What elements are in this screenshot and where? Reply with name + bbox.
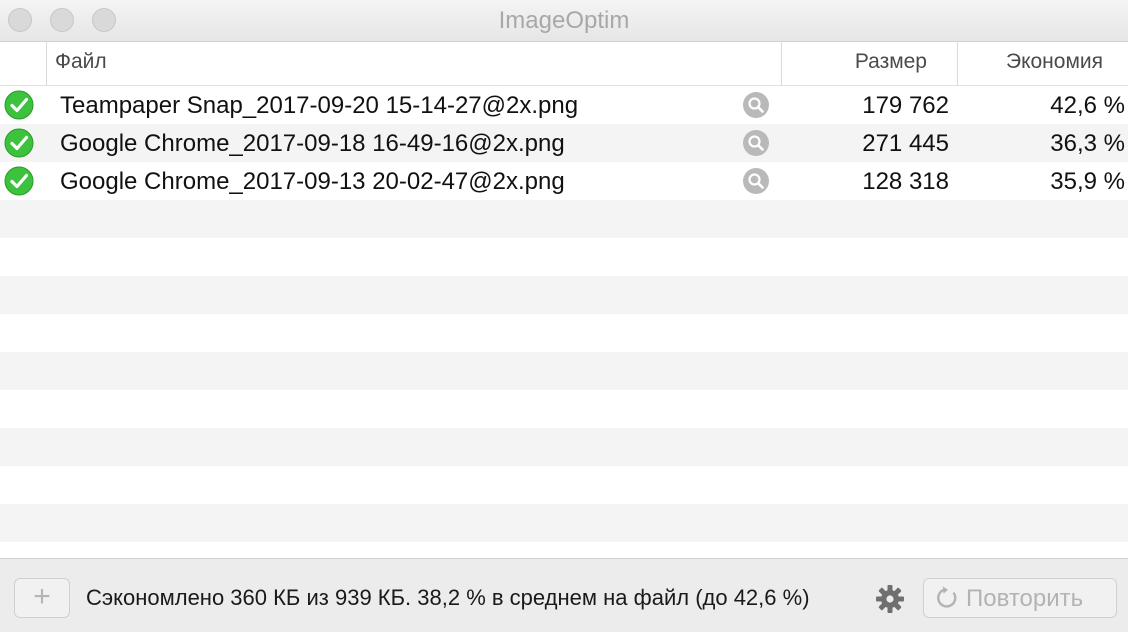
magnifier-icon[interactable] <box>742 129 770 157</box>
retry-label: Повторить <box>966 585 1084 612</box>
file-savings: 35,9 % <box>1050 168 1125 195</box>
magnifier-icon[interactable] <box>742 167 770 195</box>
empty-row <box>0 276 1128 314</box>
empty-row <box>0 200 1128 238</box>
table-row[interactable]: Google Chrome_2017-09-18 16-49-16@2x.png… <box>0 124 1128 162</box>
empty-row <box>0 428 1128 466</box>
file-name: Teampaper Snap_2017-09-20 15-14-27@2x.pn… <box>60 92 579 119</box>
check-icon <box>4 90 34 120</box>
column-header: Файл Размер Экономия <box>0 42 1128 86</box>
check-icon <box>4 166 34 196</box>
file-size: 179 762 <box>862 92 949 119</box>
footer-bar: + Сэкономлено 360 КБ из 939 КБ. 38,2 % в… <box>0 558 1128 632</box>
title-bar: ImageOptim <box>0 0 1128 42</box>
empty-row <box>0 238 1128 276</box>
file-savings: 42,6 % <box>1050 92 1125 119</box>
empty-row <box>0 352 1128 390</box>
column-header-file[interactable]: Файл <box>46 42 780 85</box>
file-name: Google Chrome_2017-09-18 16-49-16@2x.png <box>60 130 565 157</box>
empty-row <box>0 542 1128 558</box>
check-icon <box>4 128 34 158</box>
file-name: Google Chrome_2017-09-13 20-02-47@2x.png <box>60 168 565 195</box>
empty-row <box>0 466 1128 504</box>
window-title: ImageOptim <box>498 7 630 34</box>
empty-row <box>0 390 1128 428</box>
imageoptim-window: ImageOptim Файл Размер Экономия Teampape… <box>0 0 1128 632</box>
empty-row <box>0 504 1128 542</box>
file-list: Teampaper Snap_2017-09-20 15-14-27@2x.pn… <box>0 86 1128 558</box>
magnifier-icon[interactable] <box>742 91 770 119</box>
savings-summary: Сэкономлено 360 КБ из 939 КБ. 38,2 % в с… <box>86 585 810 610</box>
gear-icon[interactable] <box>874 583 906 615</box>
file-size: 271 445 <box>862 130 949 157</box>
file-savings: 36,3 % <box>1050 130 1125 157</box>
column-header-savings[interactable]: Экономия <box>957 42 1128 85</box>
empty-row <box>0 314 1128 352</box>
table-row[interactable]: Teampaper Snap_2017-09-20 15-14-27@2x.pn… <box>0 86 1128 124</box>
retry-button[interactable]: Повторить <box>923 578 1117 618</box>
add-files-button[interactable]: + <box>14 578 70 618</box>
refresh-icon <box>937 586 957 608</box>
file-size: 128 318 <box>862 168 949 195</box>
column-header-size[interactable]: Размер <box>781 42 957 85</box>
table-row[interactable]: Google Chrome_2017-09-13 20-02-47@2x.png… <box>0 162 1128 200</box>
